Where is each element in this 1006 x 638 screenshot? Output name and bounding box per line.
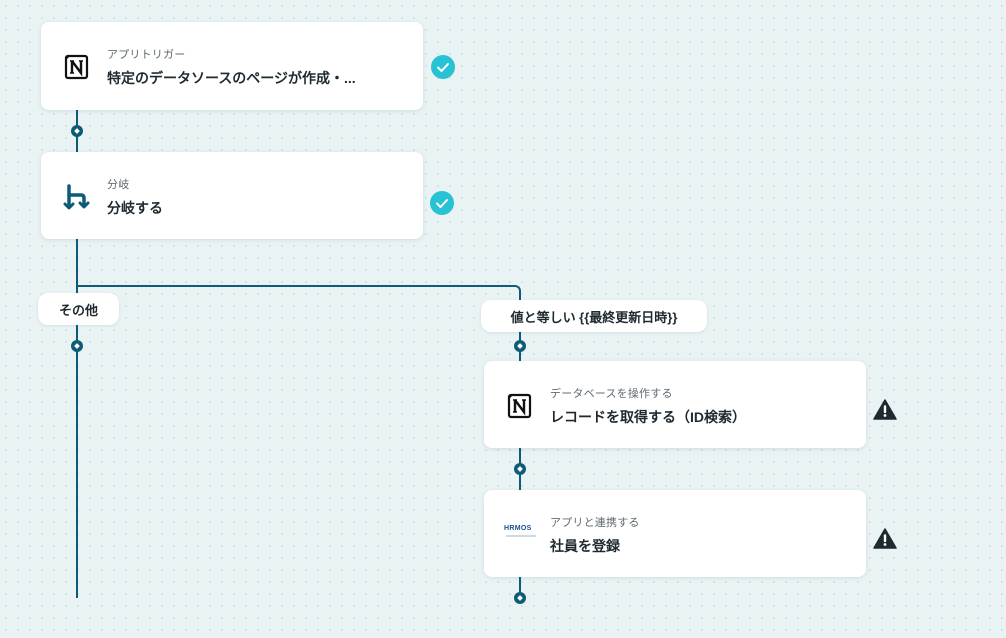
warning-icon [873, 527, 897, 551]
trigger-card[interactable]: アプリトリガー 特定のデータソースのページが作成・... [41, 22, 423, 110]
add-step-button[interactable] [514, 463, 526, 475]
notion-icon [506, 392, 534, 420]
branch-connector [76, 285, 512, 287]
branch-corner [506, 285, 521, 297]
step-title: 特定のデータソースのページが作成・... [107, 70, 356, 86]
step-title: 分岐する [107, 200, 163, 216]
add-step-button[interactable] [514, 340, 526, 352]
branch-card[interactable]: 分岐 分岐する [41, 152, 423, 239]
add-step-button[interactable] [71, 340, 83, 352]
hrmos-logo-text: HRMOS [504, 525, 532, 532]
add-step-button[interactable] [514, 592, 526, 604]
step-title: 社員を登録 [550, 538, 620, 554]
step-subtitle: 分岐 [107, 179, 130, 191]
branch-label-other[interactable]: その他 [38, 293, 119, 325]
hrmos-action-card[interactable]: HRMOS アプリと連携する 社員を登録 [484, 490, 866, 577]
branch-icon [63, 183, 91, 211]
step-subtitle: データベースを操作する [550, 388, 673, 400]
notion-action-card[interactable]: データベースを操作する レコードを取得する（ID検索） [484, 361, 866, 448]
step-subtitle: アプリと連携する [550, 517, 640, 529]
warning-icon [873, 398, 897, 422]
check-icon [431, 55, 455, 79]
hrmos-logo: HRMOS [504, 524, 538, 544]
check-icon [430, 191, 454, 215]
step-title: レコードを取得する（ID検索） [550, 409, 746, 425]
step-subtitle: アプリトリガー [107, 49, 186, 61]
branch-label-condition[interactable]: 値と等しい {{最終更新日時}} [481, 300, 707, 332]
notion-icon [63, 53, 91, 81]
add-step-button[interactable] [71, 125, 83, 137]
